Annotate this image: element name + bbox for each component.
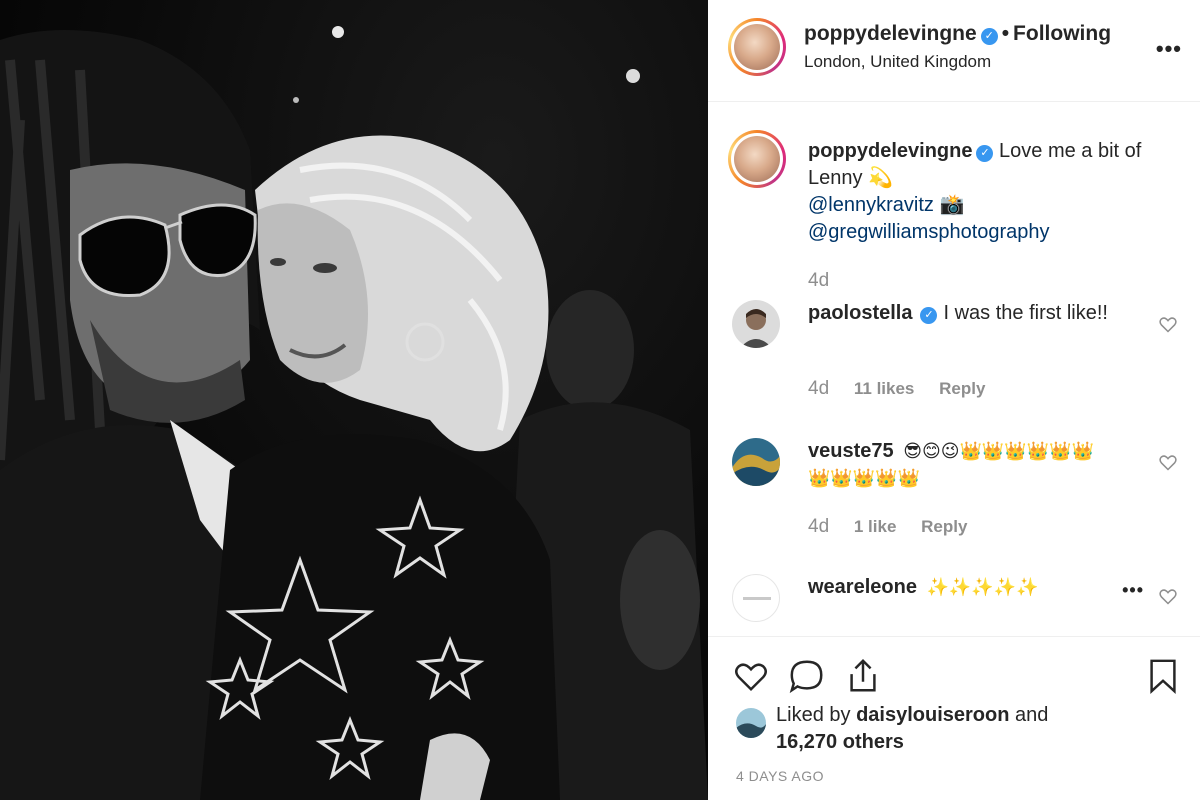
- mention-link[interactable]: @gregwilliamsphotography: [808, 219, 1188, 246]
- comment-text: weareleone ✨✨✨✨✨: [808, 574, 1128, 601]
- comment-like-icon[interactable]: [1158, 452, 1178, 472]
- mention-link[interactable]: @lennykravitz 📸: [808, 192, 1188, 219]
- liked-by-prefix: Liked by: [776, 704, 851, 726]
- post-header: poppydelevingne ✓ • Following London, Unite…: [708, 0, 1200, 102]
- commenter-username[interactable]: paolostella: [808, 302, 912, 324]
- caption-text: poppydelevingne ✓ Love me a bit of Lenny …: [808, 138, 1188, 246]
- comment-text: paolostella ✓ I was the first like!!: [808, 300, 1128, 327]
- commenter-username[interactable]: veuste75: [808, 440, 894, 462]
- liked-by-text: Liked by daisylouiseroon and 16,270 othe…: [776, 702, 1048, 756]
- comment-likes[interactable]: 1 like: [854, 517, 897, 536]
- author-username[interactable]: poppydelevingne: [804, 22, 977, 45]
- comment-timestamp[interactable]: 4d: [808, 516, 829, 537]
- liker-username[interactable]: daisylouiseroon: [856, 704, 1009, 726]
- comment-options-icon[interactable]: •••: [1122, 580, 1144, 601]
- likes-count[interactable]: 16,270 others: [776, 731, 904, 753]
- photo-illustration: [0, 26, 708, 800]
- separator-dot: •: [1001, 22, 1010, 45]
- comment-body: I was the first like!!: [943, 302, 1108, 324]
- comment-timestamp[interactable]: 4d: [808, 378, 829, 399]
- post-timestamp[interactable]: 4 DAYS AGO: [736, 768, 824, 784]
- comment-meta: 4d 1 like Reply: [808, 516, 967, 538]
- commenter-avatar[interactable]: [732, 574, 780, 622]
- liked-by-and: and: [1015, 704, 1049, 726]
- following-button[interactable]: Following: [1013, 22, 1111, 45]
- reply-button[interactable]: Reply: [939, 379, 985, 398]
- reply-button[interactable]: Reply: [921, 517, 967, 536]
- commenter-avatar[interactable]: [732, 438, 780, 486]
- bookmark-icon[interactable]: [1144, 657, 1182, 695]
- post-location[interactable]: London, United Kingdom: [804, 52, 991, 72]
- comment-like-icon[interactable]: [1158, 586, 1178, 606]
- author-avatar[interactable]: [728, 18, 786, 76]
- commenter-username[interactable]: weareleone: [808, 576, 917, 598]
- author-line: poppydelevingne ✓ • Following: [804, 22, 1111, 46]
- liker-avatar[interactable]: [736, 708, 766, 738]
- commenter-avatar[interactable]: [732, 300, 780, 348]
- comment-likes[interactable]: 11 likes: [854, 379, 915, 398]
- heart-icon[interactable]: [732, 657, 770, 695]
- post-sidebar: poppydelevingne ✓ • Following London, Unite…: [708, 0, 1200, 800]
- more-options-icon[interactable]: •••: [1156, 36, 1182, 62]
- comment-body: ✨✨✨✨✨: [926, 577, 1039, 597]
- comment-icon[interactable]: [788, 657, 826, 695]
- verified-badge-icon: ✓: [920, 307, 938, 324]
- caption-username[interactable]: poppydelevingne: [808, 140, 972, 162]
- comment-meta: 4d 11 likes Reply: [808, 378, 985, 400]
- share-icon[interactable]: [844, 657, 882, 695]
- verified-badge-icon: ✓: [976, 145, 994, 162]
- comments-section[interactable]: poppydelevingne ✓ Love me a bit of Lenny …: [708, 102, 1200, 636]
- post-photo[interactable]: [0, 0, 708, 800]
- caption-avatar[interactable]: [728, 130, 786, 188]
- caption-timestamp[interactable]: 4d: [808, 270, 829, 292]
- verified-badge-icon: ✓: [980, 28, 998, 45]
- comment-text: veuste75 😎😊😉👑👑👑👑👑👑👑👑👑👑👑: [808, 438, 1108, 492]
- comment-like-icon[interactable]: [1158, 314, 1178, 334]
